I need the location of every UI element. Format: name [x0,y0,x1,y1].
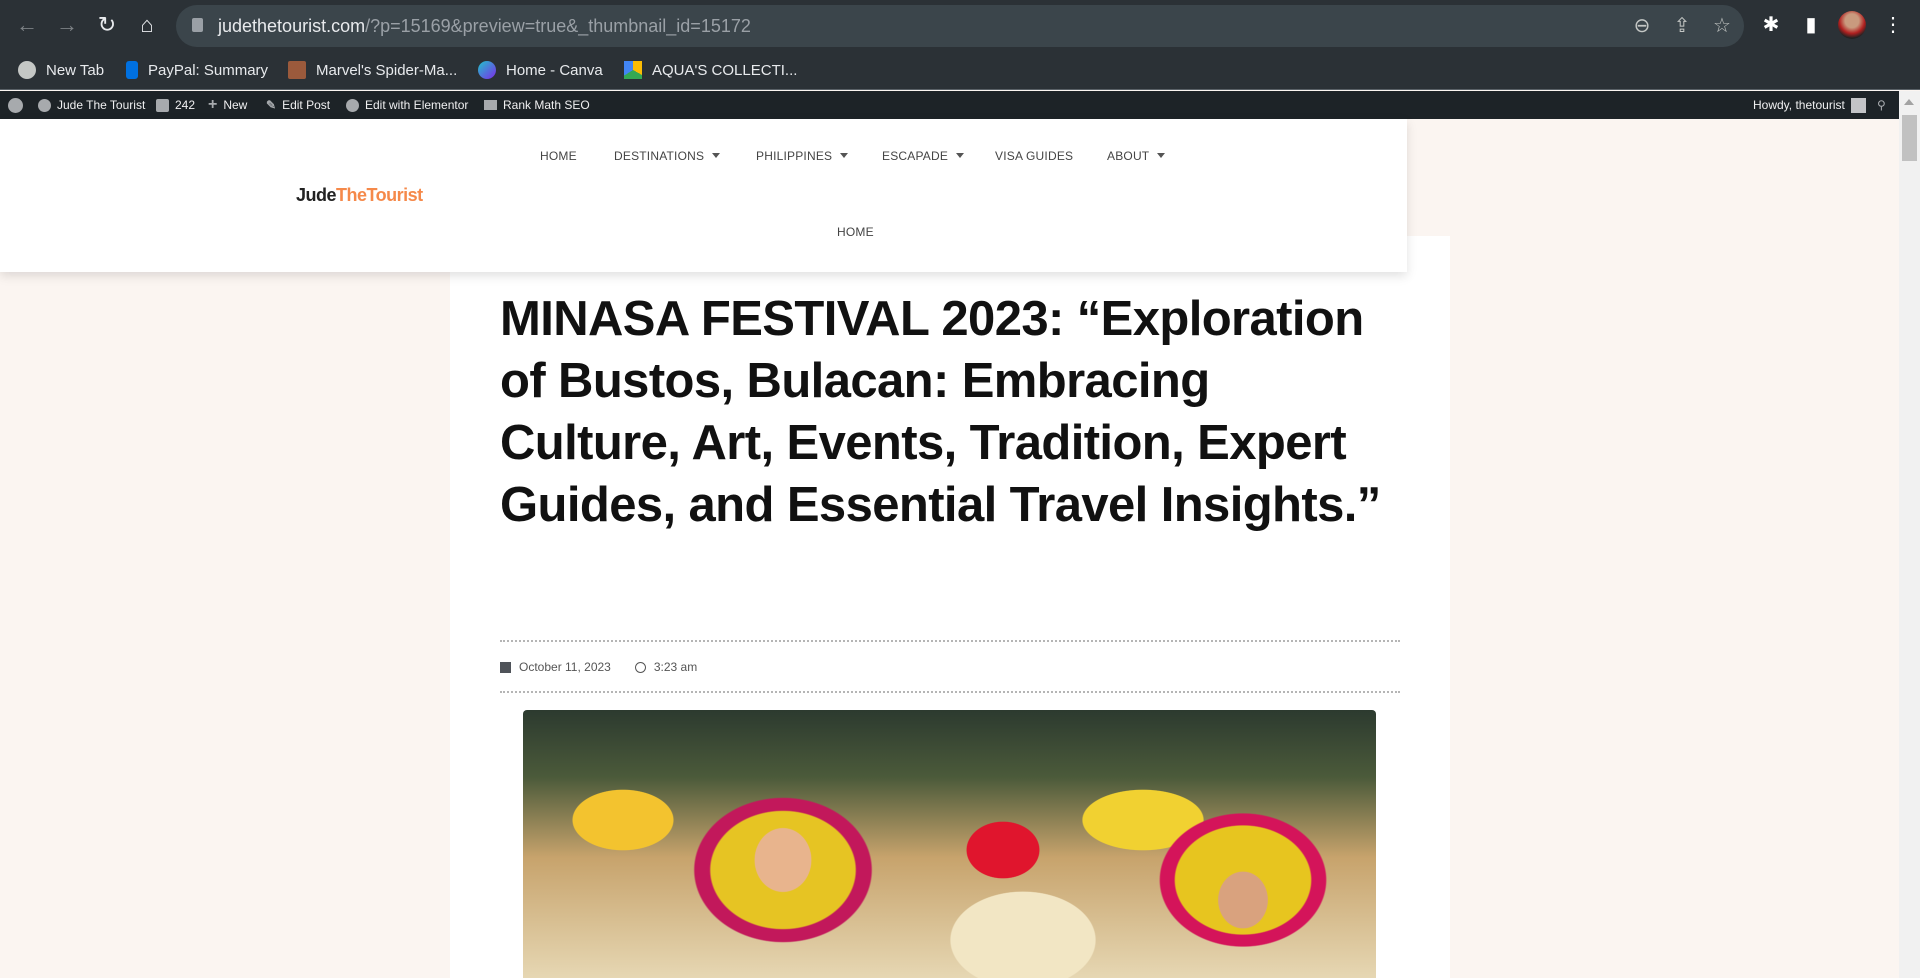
bookmark-aqua[interactable]: AQUA'S COLLECTI... [624,59,797,81]
nav-about[interactable]: ABOUT [1107,149,1166,163]
caret-down-icon [840,153,849,162]
admin-elementor-link[interactable]: Edit with Elementor [346,98,468,112]
admin-edit-post-link[interactable]: ✎ Edit Post [266,98,330,112]
new-label: New [223,98,248,112]
nav-label: HOME [837,225,874,239]
page-scrollbar[interactable] [1899,91,1920,978]
profile-avatar[interactable] [1838,11,1866,39]
nav-escapade[interactable]: ESCAPADE [882,149,965,163]
bookmark-star-icon[interactable]: ☆ [1710,14,1734,38]
post-card: MINASA FESTIVAL 2023: “Exploration of Bu… [450,236,1450,978]
logo-part-thetourist: TheTourist [336,185,423,205]
nav-home-secondary[interactable]: HOME [837,225,874,239]
forward-icon[interactable]: → [53,11,81,39]
nav-label: ABOUT [1107,149,1150,163]
elementor-label: Edit with Elementor [365,98,469,112]
back-icon[interactable]: ← [13,11,41,39]
edit-post-label: Edit Post [282,98,331,112]
url-host: judethetourist.com [218,16,366,36]
reload-icon[interactable]: ↻ [93,11,121,39]
bookmark-label: New Tab [46,61,105,79]
caret-down-icon [956,153,965,162]
featured-image [523,710,1376,978]
calendar-icon [500,661,511,673]
dashboard-icon [38,98,51,112]
admin-comments-link[interactable]: 242 [156,98,195,112]
extensions-icon[interactable]: ✱ [1758,12,1784,38]
bookmark-label: PayPal: Summary [148,61,269,79]
user-avatar-icon [1850,97,1866,113]
admin-account-link[interactable]: Howdy, thetourist [1753,97,1866,113]
globe-icon [18,61,36,79]
post-title: MINASA FESTIVAL 2023: “Exploration of Bu… [500,292,1381,532]
bookmark-label: Home - Canva [506,61,603,79]
nav-label: HOME [540,149,577,163]
site-header: JudeTheTourist HOME DESTINATIONS PHILIPP… [0,119,1407,272]
comment-count: 242 [175,98,196,112]
admin-new-link[interactable]: + New [208,96,248,113]
divider [500,640,1400,642]
site-logo[interactable]: JudeTheTourist [296,185,423,206]
nav-label: VISA GUIDES [995,149,1074,163]
post-time: 3:23 am [653,660,698,674]
admin-site-link[interactable]: Jude The Tourist [38,98,145,112]
plus-icon: + [208,96,218,113]
nav-destinations[interactable]: DESTINATIONS [614,149,721,163]
comment-icon [156,98,169,112]
pencil-icon: ✎ [266,98,277,112]
zoom-out-icon[interactable]: ⊖ [1630,14,1654,38]
nav-label: PHILIPPINES [756,149,833,163]
scroll-thumb[interactable] [1902,115,1917,161]
nav-visa-guides[interactable]: VISA GUIDES [995,149,1073,163]
bookmark-canva[interactable]: Home - Canva [478,59,603,81]
howdy-label: Howdy, thetourist [1753,98,1845,112]
bookmark-spiderman[interactable]: Marvel's Spider-Ma... [288,59,457,81]
wp-admin-bar: Jude The Tourist 242 + New ✎ Edit Post Edi… [0,91,1899,119]
bookmark-label: Marvel's Spider-Ma... [316,61,458,79]
rankmath-icon [484,100,497,110]
post-meta: October 11, 2023 3:23 am [500,660,697,674]
rankmath-label: Rank Math SEO [503,98,590,112]
nav-label: DESTINATIONS [614,149,705,163]
browser-toolbar: ← → ↻ ⌂ judethetourist.com/?p=15169&prev… [0,0,1920,50]
home-icon[interactable]: ⌂ [133,11,161,39]
bookmark-paypal[interactable]: PayPal: Summary [126,59,268,81]
bookmark-new-tab[interactable]: New Tab [18,59,104,81]
nav-philippines[interactable]: PHILIPPINES [756,149,849,163]
caret-down-icon [712,153,721,162]
url-text[interactable]: judethetourist.com/?p=15169&preview=true… [218,16,751,37]
nav-home[interactable]: HOME [540,149,577,163]
logo-part-jude: Jude [296,185,337,205]
scroll-up-icon[interactable] [1904,99,1914,105]
address-bar[interactable]: judethetourist.com/?p=15169&preview=true… [176,5,1744,47]
nav-label: ESCAPADE [882,149,949,163]
canva-icon [478,61,496,79]
google-drive-icon [624,61,642,79]
post-date[interactable]: October 11, 2023 [519,660,611,674]
menu-kebab-icon[interactable]: ⋮ [1880,12,1906,38]
elementor-icon [346,98,359,112]
url-path: /?p=15169&preview=true&_thumbnail_id=151… [365,16,751,36]
clock-icon [634,661,646,673]
wordpress-logo-icon[interactable] [8,97,23,113]
bookmarks-bar: New Tab PayPal: Summary Marvel's Spider-… [0,50,1920,90]
site-name: Jude The Tourist [57,98,146,112]
divider [500,691,1400,693]
spiderman-thumbnail-icon [288,61,306,79]
paypal-icon [126,61,138,79]
side-panel-icon[interactable]: ▮ [1798,12,1824,38]
share-icon[interactable]: ⇪ [1670,14,1694,38]
bookmark-label: AQUA'S COLLECTI... [652,61,798,79]
caret-down-icon [1157,153,1166,162]
admin-search-icon[interactable]: ⚲ [1877,98,1886,112]
admin-rankmath-link[interactable]: Rank Math SEO [484,98,590,112]
lock-icon [192,18,203,32]
